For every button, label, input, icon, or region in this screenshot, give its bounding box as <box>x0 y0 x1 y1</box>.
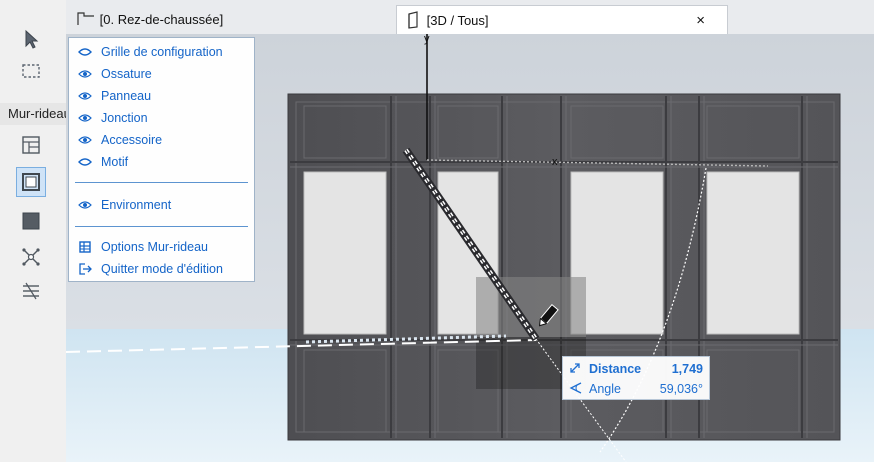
distance-arrow-icon <box>569 362 585 377</box>
menu-item-label: Accessoire <box>101 133 163 147</box>
eye-outline-icon <box>77 46 93 58</box>
angle-label: Angle <box>589 382 621 396</box>
menu-item-environment[interactable]: Environment <box>77 195 171 215</box>
junction-tool[interactable] <box>16 242 46 272</box>
tool-group-label: Mur-rideau <box>0 103 66 125</box>
grid-options-icon <box>77 241 93 253</box>
frame-tool[interactable] <box>16 167 46 197</box>
menu-item-label: Options Mur-rideau <box>101 240 208 254</box>
curtain-wall-scheme-icon <box>22 136 40 154</box>
panel-tool[interactable] <box>16 206 46 236</box>
eye-icon <box>77 68 93 80</box>
menu-item-label: Panneau <box>101 89 152 103</box>
angle-value[interactable]: 59,036° <box>660 382 703 396</box>
frame-icon <box>22 173 40 191</box>
y-axis-label: y <box>424 34 430 45</box>
curtain-wall-display-panel: Grille de configuration Ossature Panneau… <box>68 37 255 282</box>
menu-item-jonction[interactable]: Jonction <box>77 108 148 128</box>
menu-item-grille[interactable]: Grille de configuration <box>77 42 223 62</box>
menu-item-options[interactable]: Options Mur-rideau <box>77 237 208 257</box>
toolbox: Mur-rideau <box>0 0 67 462</box>
distance-label: Distance <box>589 362 642 376</box>
tab-3d-label: [3D / Tous] <box>426 13 489 28</box>
close-tab-icon[interactable]: × <box>696 6 705 35</box>
menu-item-label: Environment <box>101 198 172 212</box>
menu-item-exit-edit[interactable]: Quitter mode d'édition <box>77 259 223 279</box>
menu-item-panneau[interactable]: Panneau <box>77 86 151 106</box>
tab-floor-plan[interactable]: [0. Rez-de-chaussée] <box>72 5 372 34</box>
arrow-pointer-icon <box>25 29 39 49</box>
eye-icon <box>77 134 93 146</box>
menu-item-accessoire[interactable]: Accessoire <box>77 130 162 150</box>
tab-3d[interactable]: [3D / Tous] × <box>396 5 728 34</box>
eye-outline-icon <box>77 156 93 168</box>
menu-item-label: Ossature <box>101 67 152 81</box>
accessory-icon <box>23 282 39 300</box>
curtain-wall-scheme-tool[interactable] <box>16 130 46 160</box>
menu-item-label: Grille de configuration <box>101 45 223 59</box>
eye-icon <box>77 112 93 124</box>
marquee-icon <box>22 64 40 78</box>
marquee-tool[interactable] <box>16 56 46 86</box>
menu-item-label: Motif <box>101 155 129 169</box>
floor-plan-icon <box>77 12 94 25</box>
menu-item-label: Jonction <box>101 111 148 125</box>
panel-divider <box>75 226 248 227</box>
x-axis-label: x <box>552 156 558 168</box>
tab-bar: [0. Rez-de-chaussée] [3D / Tous] × <box>66 0 874 34</box>
arrow-tool[interactable] <box>16 24 46 54</box>
exit-icon <box>77 263 93 275</box>
menu-item-ossature[interactable]: Ossature <box>77 64 152 84</box>
angle-icon <box>569 381 585 397</box>
tracker-distance-row[interactable]: Distance 1,749 <box>569 359 705 379</box>
tab-floor-plan-label: [0. Rez-de-chaussée] <box>99 12 224 27</box>
eye-icon <box>77 90 93 102</box>
tracker-angle-row[interactable]: Angle 59,036° <box>569 379 705 399</box>
tracker-box: Distance 1,749 Angle 59,036° <box>562 356 710 400</box>
accessory-tool[interactable] <box>16 276 46 306</box>
distance-value[interactable]: 1,749 <box>672 362 703 376</box>
panel-divider <box>75 182 248 183</box>
junction-icon <box>22 248 40 266</box>
eye-icon <box>77 199 93 211</box>
menu-item-label: Quitter mode d'édition <box>101 262 223 276</box>
panel-icon <box>22 212 40 230</box>
3d-window-icon <box>408 11 418 29</box>
menu-item-motif[interactable]: Motif <box>77 152 128 172</box>
